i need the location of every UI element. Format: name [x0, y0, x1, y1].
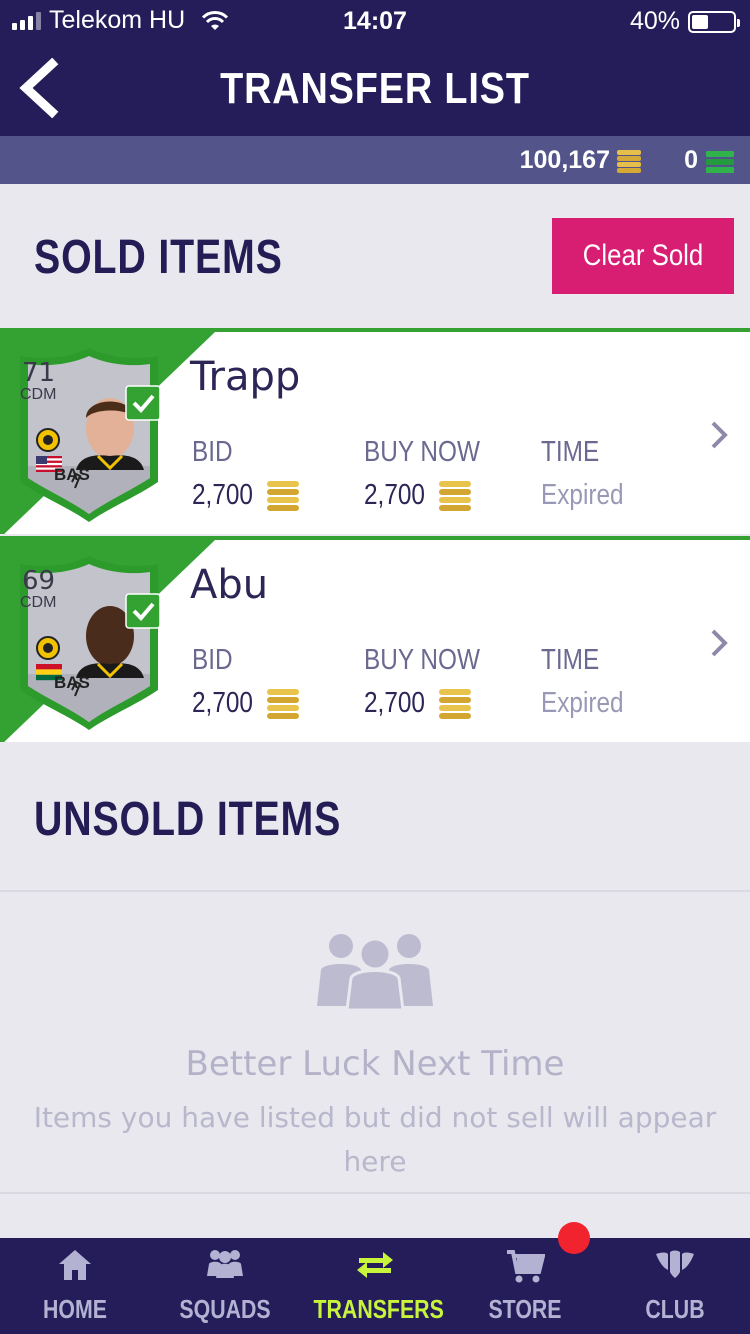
coins-balance: 100,167	[519, 146, 610, 174]
tab-label: TRANSFERS	[313, 1294, 444, 1324]
tab-transfers[interactable]: TRANSFERS	[300, 1238, 450, 1334]
sold-item-row[interactable]: 71 CDM BAS Trapp BID 2,700 BUY NOW 2,700…	[0, 328, 750, 534]
empty-state-description: Items you have listed but did not sell w…	[33, 1101, 717, 1178]
bid-column: BID 2,700	[192, 644, 299, 720]
time-column: TIME Expired	[541, 644, 631, 720]
divider	[0, 890, 750, 892]
transfers-icon	[357, 1252, 393, 1278]
bid-amount: 2,700	[192, 687, 253, 719]
tab-home[interactable]: HOME	[0, 1238, 150, 1334]
bid-column: BID 2,700	[192, 436, 299, 512]
buy-now-amount: 2,700	[364, 687, 425, 719]
chemistry-style: BAS	[54, 673, 90, 692]
buy-now-label: BUY NOW	[364, 436, 480, 468]
nav-bar: TRANSFER LIST	[0, 40, 750, 136]
bid-label: BID	[192, 436, 233, 468]
battery-percent: 40%	[629, 7, 680, 35]
time-value: Expired	[541, 479, 631, 512]
squads-icon	[207, 1250, 243, 1278]
points-icon	[706, 151, 734, 173]
chevron-right-icon[interactable]	[710, 628, 728, 658]
player-name: Trapp	[190, 354, 301, 400]
player-position: CDM	[20, 594, 57, 611]
coins-icon	[266, 480, 299, 511]
bid-amount: 2,700	[192, 479, 253, 511]
tab-label: SQUADS	[179, 1294, 271, 1324]
buy-now-column: BUY NOW 2,700	[364, 436, 502, 512]
time-remaining: Expired	[541, 687, 624, 719]
tab-bar: HOME SQUADS TRANSFERS STORE CLUB	[0, 1238, 750, 1334]
unsold-items-title: UNSOLD ITEMS	[34, 793, 342, 846]
page-title: TRANSFER LIST	[220, 64, 530, 113]
buy-now-column: BUY NOW 2,700	[364, 644, 502, 720]
empty-state-title: Better Luck Next Time	[185, 1044, 565, 1084]
currency-bar: 100,167 0	[0, 136, 750, 184]
coins-icon	[617, 150, 641, 173]
tab-label: CLUB	[645, 1294, 705, 1324]
sold-items-title: SOLD ITEMS	[34, 231, 283, 284]
battery-status: 40%	[629, 7, 740, 36]
cart-icon	[507, 1250, 545, 1283]
coins-icon	[438, 688, 471, 719]
chemistry-style: BAS	[54, 465, 90, 484]
tab-label: STORE	[488, 1294, 562, 1324]
bid-label: BID	[192, 644, 233, 676]
chevron-right-icon[interactable]	[710, 420, 728, 450]
buy-now-label: BUY NOW	[364, 644, 480, 676]
player-position: CDM	[20, 386, 57, 403]
tab-squads[interactable]: SQUADS	[150, 1238, 300, 1334]
tab-label: HOME	[43, 1294, 107, 1324]
buy-now-value: 2,700	[364, 687, 502, 720]
time-label: TIME	[541, 644, 600, 676]
home-icon	[59, 1250, 91, 1280]
player-rating: 71	[22, 358, 56, 388]
time-column: TIME Expired	[541, 436, 631, 512]
bid-value: 2,700	[192, 687, 299, 720]
clear-sold-button[interactable]: Clear Sold	[552, 218, 734, 294]
clear-sold-label: Clear Sold	[582, 239, 704, 272]
buy-now-amount: 2,700	[364, 479, 425, 511]
club-icon	[656, 1250, 694, 1278]
coins-icon	[266, 688, 299, 719]
notification-badge	[558, 1222, 590, 1254]
bid-value: 2,700	[192, 479, 299, 512]
player-rating: 69	[22, 566, 56, 596]
buy-now-value: 2,700	[364, 479, 502, 512]
time-value: Expired	[541, 687, 631, 720]
time-remaining: Expired	[541, 479, 624, 511]
battery-icon	[688, 10, 740, 33]
player-name: Abu	[190, 562, 269, 608]
points-balance: 0	[684, 146, 698, 174]
time-label: TIME	[541, 436, 600, 468]
coins-icon	[438, 480, 471, 511]
divider	[0, 1192, 750, 1194]
status-bar: Telekom HU 14:07 40%	[0, 0, 750, 40]
sold-item-row[interactable]: 69 CDM BAS Abu BID 2,700 BUY NOW 2,700 T…	[0, 536, 750, 742]
group-icon	[317, 934, 433, 1010]
tab-club[interactable]: CLUB	[600, 1238, 750, 1334]
